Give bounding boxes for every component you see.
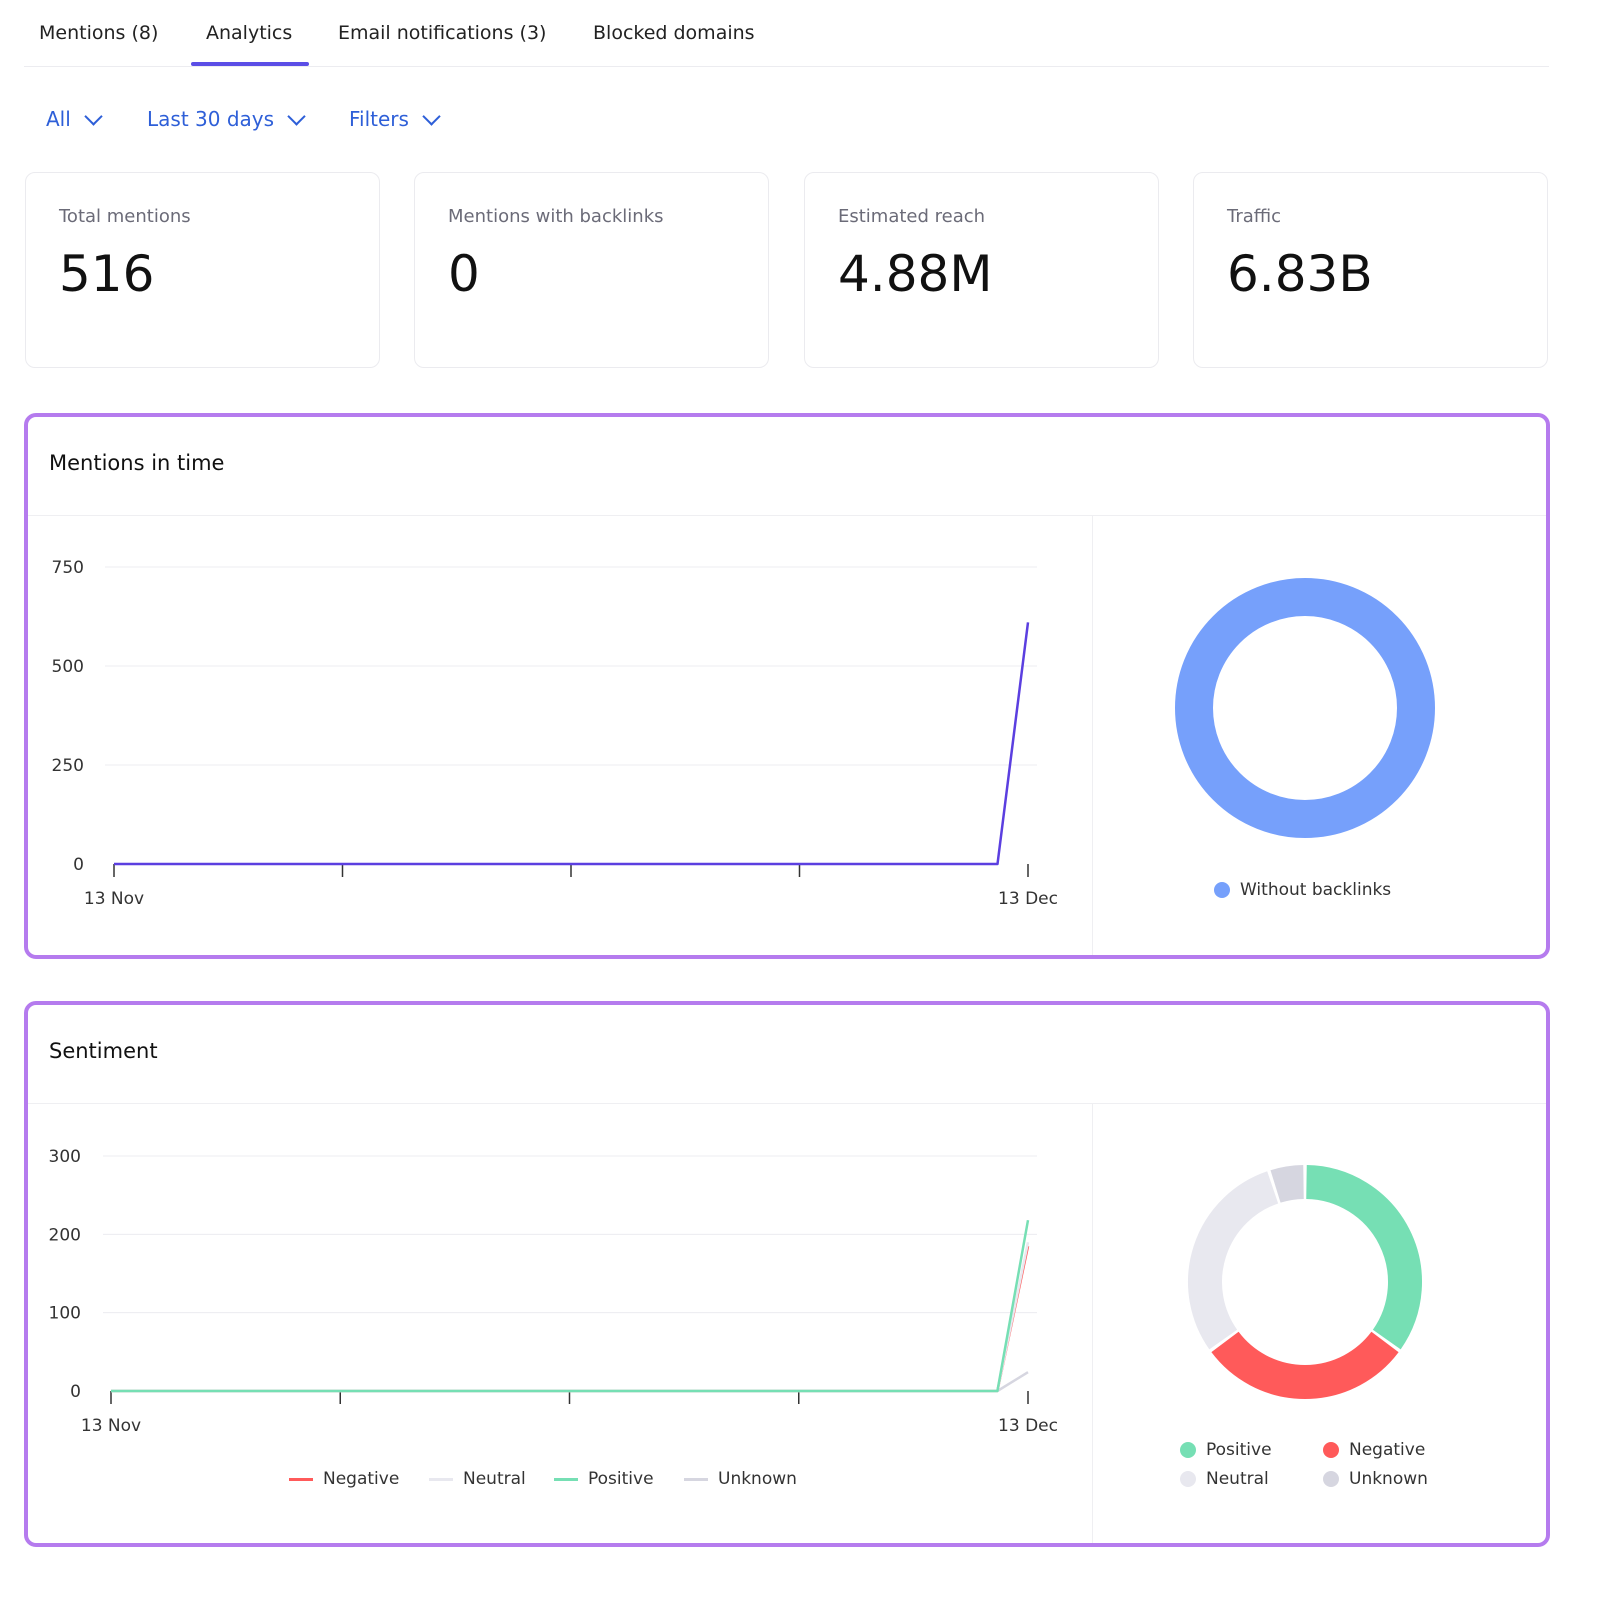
stat-card-traffic: Traffic 6.83B: [1193, 172, 1548, 368]
series-line: [111, 1371, 1029, 1393]
y-tick-label: 750: [52, 558, 84, 578]
stat-card-reach: Estimated reach 4.88M: [804, 172, 1159, 368]
y-tick-label: 500: [52, 657, 84, 677]
legend-neutral[interactable]: Neutral: [429, 1469, 526, 1489]
stat-label: Estimated reach: [838, 206, 986, 227]
legend-label: Unknown: [718, 1469, 797, 1489]
pie-legend-unknown: Unknown: [1323, 1469, 1428, 1489]
series-line: [111, 1241, 1030, 1393]
tab-analytics[interactable]: Analytics: [206, 22, 292, 44]
stat-value: 6.83B: [1227, 245, 1373, 303]
donut-slice: [1211, 1331, 1399, 1399]
y-tick-label: 0: [73, 855, 84, 875]
stat-card-total-mentions: Total mentions 516: [25, 172, 380, 368]
donut-slice: [1188, 1171, 1279, 1350]
legend-line: [554, 1477, 578, 1481]
legend-positive[interactable]: Positive: [554, 1469, 654, 1489]
stat-value: 4.88M: [838, 245, 993, 303]
legend-dot: [1214, 882, 1230, 898]
stat-label: Mentions with backlinks: [448, 206, 664, 227]
y-tick-label: 250: [52, 756, 84, 776]
legend-label: Negative: [1349, 1440, 1426, 1460]
y-tick-label: 0: [70, 1382, 81, 1402]
legend-label: Positive: [1206, 1440, 1272, 1460]
tab-mentions[interactable]: Mentions (8): [39, 22, 158, 44]
stat-label: Traffic: [1227, 206, 1282, 227]
legend-label: Positive: [588, 1469, 654, 1489]
stat-value: 516: [59, 245, 155, 303]
legend-label: Without backlinks: [1240, 880, 1392, 900]
legend-negative[interactable]: Negative: [289, 1469, 399, 1489]
legend-without-backlinks: Without backlinks: [1214, 880, 1391, 900]
tab-blocked-domains[interactable]: Blocked domains: [593, 22, 755, 44]
legend-line: [684, 1477, 708, 1481]
pie-legend-positive: Positive: [1180, 1440, 1272, 1460]
legend-label: Neutral: [1206, 1469, 1269, 1489]
pie-legend-negative: Negative: [1323, 1440, 1425, 1460]
all-label: All: [46, 107, 71, 131]
legend-line: [289, 1477, 313, 1481]
active-tab-indicator: [191, 62, 309, 66]
chevron-down-icon: [422, 106, 441, 126]
period-label: Last 30 days: [147, 107, 275, 131]
mentions-chart: 0 250 500 750 13 Nov 13 Dec: [52, 558, 1435, 909]
legend-dot: [1323, 1471, 1339, 1487]
stat-card-backlinks: Mentions with backlinks 0: [414, 172, 769, 368]
x-tick-label: 13 Dec: [998, 889, 1058, 909]
stat-label: Total mentions: [59, 206, 191, 227]
legend-label: Negative: [323, 1469, 400, 1489]
stat-value: 0: [448, 245, 480, 303]
sentiment-chart: 0 100 200 300 13 Nov 13 Dec: [49, 1147, 1422, 1436]
all-dropdown[interactable]: All: [46, 106, 103, 131]
chevron-down-icon: [84, 106, 103, 126]
series-line: [111, 1245, 1030, 1393]
donut-slice: [1305, 1165, 1422, 1350]
legend-dot: [1180, 1471, 1196, 1487]
tab-email-notifications[interactable]: Email notifications (3): [338, 22, 546, 44]
x-tick-label: 13 Nov: [81, 1416, 141, 1436]
legend-line: [429, 1477, 453, 1481]
filters-label: Filters: [349, 107, 409, 131]
x-tick-label: 13 Nov: [84, 889, 144, 909]
mentions-in-time-panel: Mentions in time 0 250 500 750 13 Nov 13 Dec …: [24, 413, 1550, 959]
donut-slice: [1175, 578, 1435, 838]
legend-dot: [1180, 1442, 1196, 1458]
y-tick-label: 100: [49, 1304, 81, 1324]
legend-unknown[interactable]: Unknown: [684, 1469, 797, 1489]
legend-label: Unknown: [1349, 1469, 1428, 1489]
tab-divider: [24, 66, 1549, 67]
x-tick-label: 13 Dec: [998, 1416, 1058, 1436]
legend-label: Neutral: [463, 1469, 526, 1489]
series-line: [111, 1219, 1030, 1393]
filters-dropdown[interactable]: Filters: [349, 106, 441, 131]
y-tick-label: 200: [49, 1225, 81, 1245]
y-tick-label: 300: [49, 1147, 81, 1167]
period-dropdown[interactable]: Last 30 days: [147, 106, 306, 131]
sentiment-panel: Sentiment 0 100 200 300 13 Nov 13 Dec Negativ…: [24, 1001, 1550, 1547]
series-line: [114, 622, 1030, 866]
pie-legend-neutral: Neutral: [1180, 1469, 1269, 1489]
donut-slice: [1270, 1165, 1305, 1203]
legend-dot: [1323, 1442, 1339, 1458]
chevron-down-icon: [287, 106, 306, 126]
